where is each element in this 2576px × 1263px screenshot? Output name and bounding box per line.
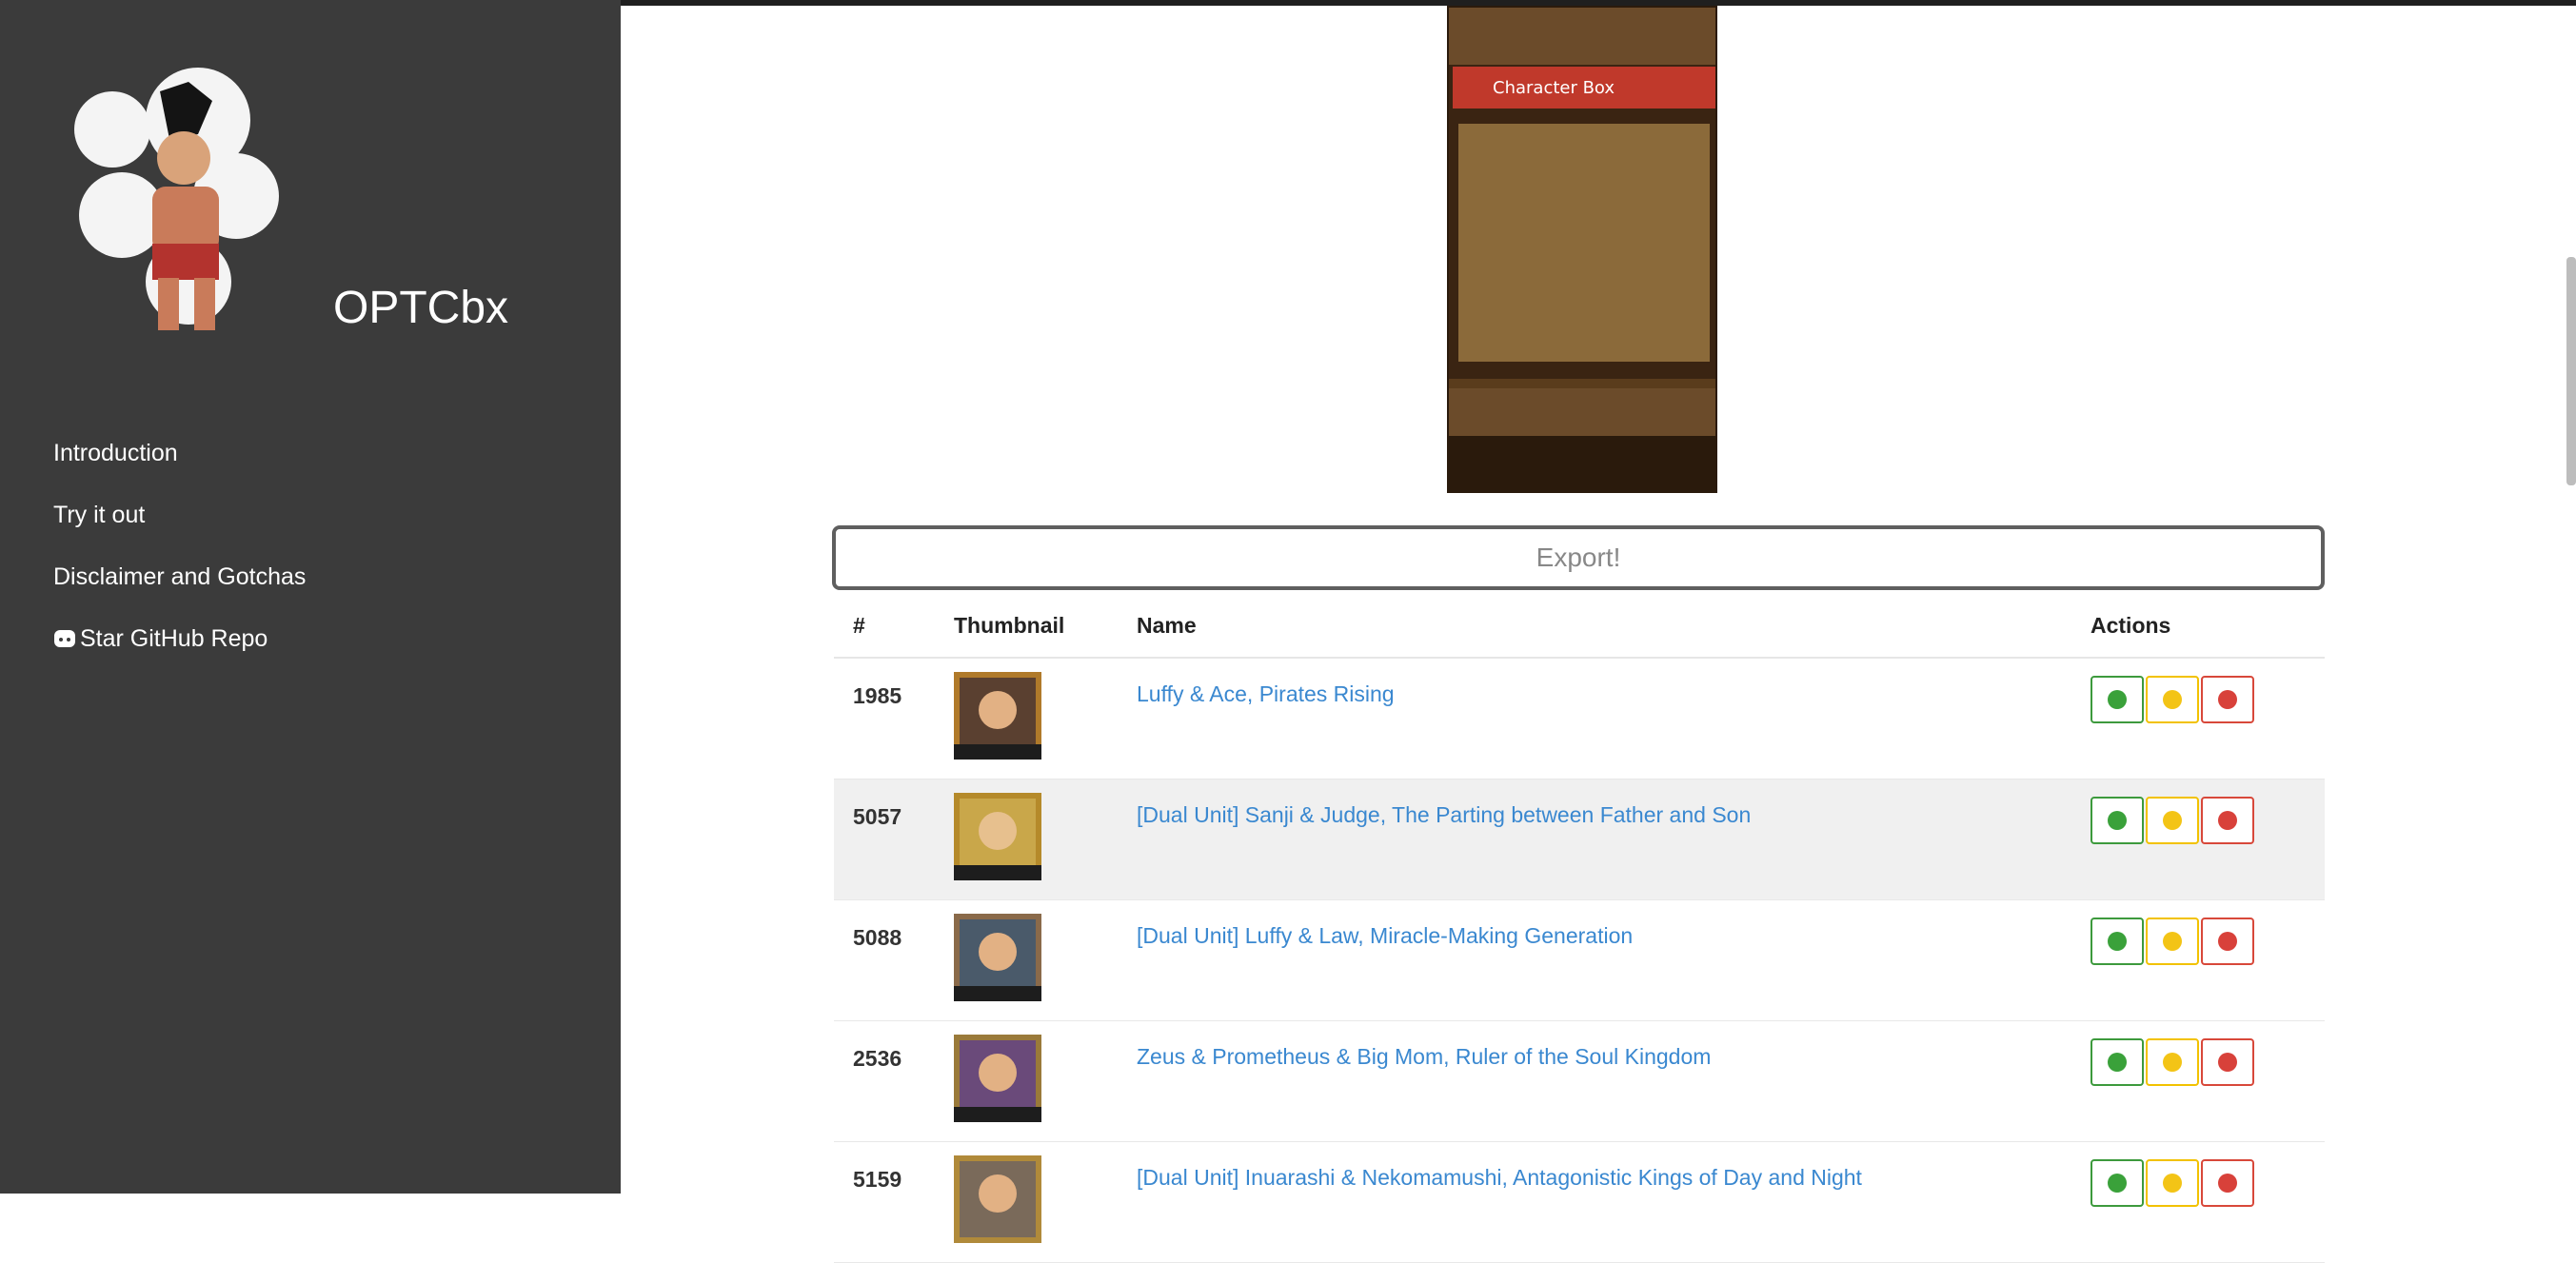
character-thumbnail — [954, 793, 1041, 880]
bad-button[interactable] — [2201, 797, 2254, 844]
bad-button[interactable] — [2201, 1159, 2254, 1207]
row-actions — [2091, 1159, 2256, 1207]
smile-icon — [2108, 811, 2127, 830]
nav-star-github-label: Star GitHub Repo — [80, 625, 268, 652]
character-name-link[interactable]: Zeus & Prometheus & Big Mom, Ruler of th… — [1137, 1044, 1711, 1070]
neutral-icon — [2163, 690, 2182, 709]
nav-disclaimer[interactable]: Disclaimer and Gotchas — [53, 558, 306, 620]
table-row: 1985 Luffy & Ace, Pirates Rising — [834, 659, 2325, 780]
character-thumbnail — [954, 1035, 1041, 1122]
header-actions: Actions — [2091, 613, 2171, 638]
export-button[interactable]: Export! — [832, 525, 2325, 590]
frown-icon — [2218, 1053, 2237, 1072]
character-thumbnail — [954, 914, 1041, 1001]
logo-image — [74, 68, 279, 330]
nav-try-it-out[interactable]: Try it out — [53, 496, 306, 558]
neutral-button[interactable] — [2146, 1038, 2199, 1086]
row-id: 5057 — [853, 804, 902, 829]
smile-icon — [2108, 1174, 2127, 1193]
character-thumbnail — [954, 672, 1041, 760]
smile-icon — [2108, 932, 2127, 951]
character-name-link[interactable]: [Dual Unit] Inuarashi & Nekomamushi, Ant… — [1137, 1165, 1862, 1191]
frown-icon — [2218, 811, 2237, 830]
neutral-button[interactable] — [2146, 918, 2199, 965]
sidebar: OPTCbx Introduction Try it out Disclaime… — [0, 0, 621, 1194]
character-name-link[interactable]: [Dual Unit] Sanji & Judge, The Parting b… — [1137, 802, 1751, 828]
row-id: 5088 — [853, 925, 902, 950]
table-row: 5159 [Dual Unit] Inuarashi & Nekomamushi… — [834, 1142, 2325, 1263]
bad-button[interactable] — [2201, 1038, 2254, 1086]
good-button[interactable] — [2091, 676, 2144, 723]
row-id: 5159 — [853, 1167, 902, 1192]
nav-star-github[interactable]: Star GitHub Repo — [53, 620, 306, 681]
preview-screenshot: Character Box — [1447, 6, 1717, 493]
frown-icon — [2218, 1174, 2237, 1193]
header-num: # — [853, 613, 865, 638]
scrollbar[interactable] — [2566, 257, 2576, 485]
sidebar-nav: Introduction Try it out Disclaimer and G… — [53, 434, 306, 681]
table-row: 5088 [Dual Unit] Luffy & Law, Miracle-Ma… — [834, 900, 2325, 1021]
table-row: 5057 [Dual Unit] Sanji & Judge, The Part… — [834, 780, 2325, 900]
row-actions — [2091, 676, 2256, 723]
frown-icon — [2218, 932, 2237, 951]
bad-button[interactable] — [2201, 676, 2254, 723]
frown-icon — [2218, 690, 2237, 709]
neutral-icon — [2163, 1174, 2182, 1193]
good-button[interactable] — [2091, 1038, 2144, 1086]
neutral-icon — [2163, 1053, 2182, 1072]
good-button[interactable] — [2091, 918, 2144, 965]
github-icon — [54, 630, 75, 647]
row-actions — [2091, 1038, 2256, 1086]
header-name: Name — [1137, 613, 1197, 638]
row-id: 1985 — [853, 683, 902, 708]
neutral-icon — [2163, 811, 2182, 830]
row-actions — [2091, 918, 2256, 965]
neutral-icon — [2163, 932, 2182, 951]
bad-button[interactable] — [2201, 918, 2254, 965]
good-button[interactable] — [2091, 797, 2144, 844]
table-header: # Thumbnail Name Actions — [834, 600, 2325, 659]
header-thumbnail: Thumbnail — [954, 613, 1065, 638]
neutral-button[interactable] — [2146, 1159, 2199, 1207]
nav-introduction[interactable]: Introduction — [53, 434, 306, 496]
good-button[interactable] — [2091, 1159, 2144, 1207]
smile-icon — [2108, 690, 2127, 709]
brand-title: OPTCbx — [333, 283, 509, 333]
character-thumbnail — [954, 1155, 1041, 1243]
neutral-button[interactable] — [2146, 676, 2199, 723]
character-name-link[interactable]: [Dual Unit] Luffy & Law, Miracle-Making … — [1137, 923, 1633, 949]
smile-icon — [2108, 1053, 2127, 1072]
results-table: # Thumbnail Name Actions 1985 Luffy & Ac… — [834, 600, 2325, 1263]
character-name-link[interactable]: Luffy & Ace, Pirates Rising — [1137, 681, 1395, 707]
preview-image: Character Box — [1449, 8, 1715, 491]
preview-title: Character Box — [1493, 78, 1615, 98]
row-id: 2536 — [853, 1046, 902, 1071]
neutral-button[interactable] — [2146, 797, 2199, 844]
main-content: Character Box Export! # Thumbnail Name A… — [621, 0, 2576, 1263]
table-row: 2536 Zeus & Prometheus & Big Mom, Ruler … — [834, 1021, 2325, 1142]
row-actions — [2091, 797, 2256, 844]
